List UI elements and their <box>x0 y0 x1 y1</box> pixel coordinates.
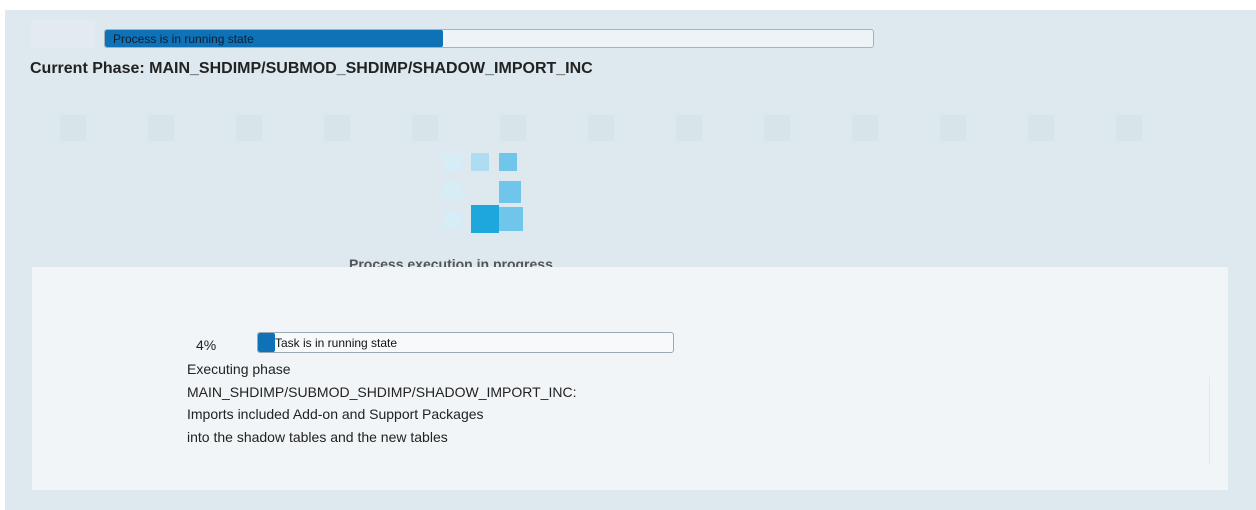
task-description-line: Executing phase <box>187 361 291 377</box>
task-description: Executing phase MAIN_SHDIMP/SUBMOD_SHDIM… <box>187 358 576 448</box>
pattern-tile <box>588 115 614 141</box>
pattern-tile <box>324 115 350 141</box>
task-description-line: into the shadow tables and the new table… <box>187 428 448 445</box>
pattern-tile <box>148 115 174 141</box>
pattern-tile <box>236 115 262 141</box>
update-progress-screen: Process is in running state Current Phas… <box>5 10 1256 510</box>
pattern-tile <box>1028 115 1054 141</box>
busy-square <box>499 207 523 231</box>
task-description-line: MAIN_SHDIMP/SUBMOD_SHDIMP/SHADOW_IMPORT_… <box>187 383 577 400</box>
busy-square <box>443 181 461 199</box>
pattern-tile <box>60 115 86 141</box>
busy-square <box>471 153 489 171</box>
pattern-tile <box>500 115 526 141</box>
pattern-tile <box>676 115 702 141</box>
process-progress-label: Process is in running state <box>113 32 254 46</box>
busy-indicator-icon <box>443 153 525 235</box>
background-pattern <box>35 105 1205 193</box>
busy-square <box>443 211 461 229</box>
pattern-tile <box>852 115 878 141</box>
current-phase-title: Current Phase: MAIN_SHDIMP/SUBMOD_SHDIMP… <box>30 60 593 77</box>
busy-square <box>443 153 461 171</box>
pattern-tile <box>412 115 438 141</box>
task-progress-label: Task is in running state <box>275 336 398 350</box>
task-description-line: Imports included Add-on and Support Pack… <box>187 406 484 422</box>
busy-square <box>499 153 517 171</box>
pattern-tile <box>940 115 966 141</box>
panel-divider <box>1209 377 1210 465</box>
task-detail-panel: 4% Task is in running state Executing ph… <box>32 267 1228 490</box>
task-progress-bar: Task is in running state <box>257 332 674 353</box>
task-progress-fill <box>258 333 275 352</box>
busy-square <box>499 181 521 203</box>
process-progress-bar: Process is in running state <box>104 29 874 48</box>
task-percent: 4% <box>196 337 217 353</box>
pattern-tile <box>1116 115 1142 141</box>
busy-square <box>471 205 499 233</box>
header-tile <box>31 20 95 48</box>
pattern-tile <box>764 115 790 141</box>
